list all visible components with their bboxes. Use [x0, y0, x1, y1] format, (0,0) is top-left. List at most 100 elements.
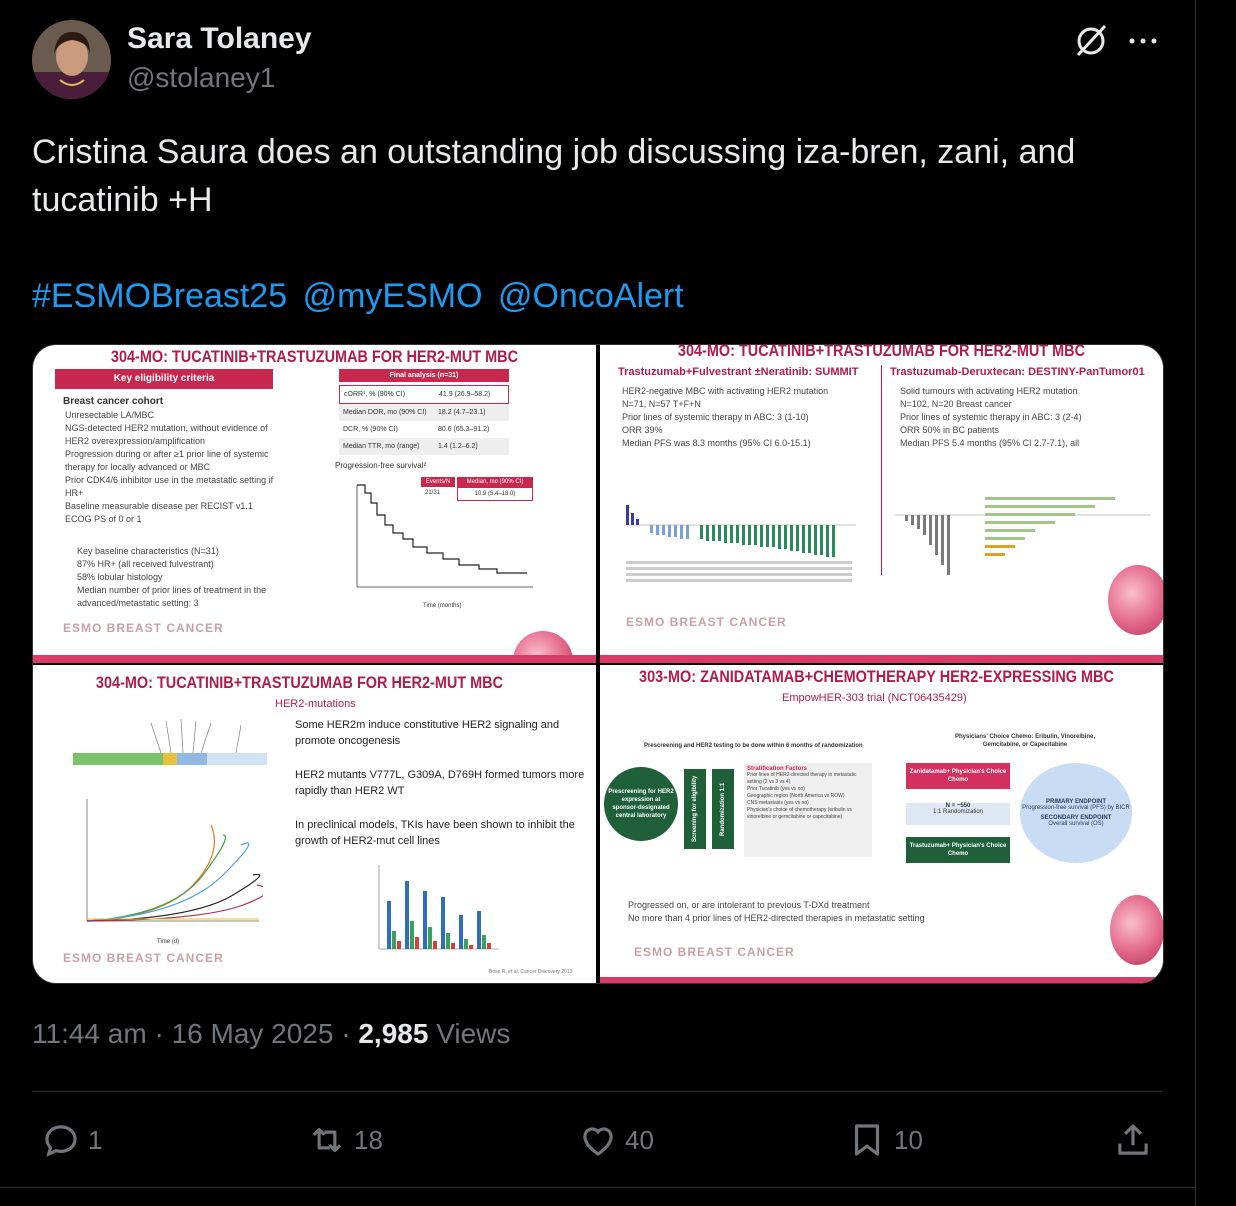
pfs-label: Progression-free survival²	[335, 461, 427, 470]
cell-growth-bar-chart	[378, 865, 499, 950]
km-curve-chart	[356, 484, 533, 588]
trial-name: EmpowHER-303 trial (NCT06435429)	[782, 692, 967, 704]
share-icon	[1118, 1124, 1148, 1155]
slide-title: 304-MO: TUCATINIB+TRASTUZUMAB FOR HER2-M…	[110, 347, 519, 366]
destiny-item: Median PFS 5.4 months (95% CI 2.7-7.1), …	[900, 438, 1080, 448]
mention-link[interactable]: @myESMO	[303, 277, 483, 315]
tweet-date[interactable]: 16 May 2025	[172, 1018, 334, 1049]
avatar[interactable]	[32, 20, 111, 99]
table-cell: 41.9 (26.9–58.2)	[439, 391, 491, 398]
tweet-bottom-border	[0, 1187, 1196, 1188]
column-divider	[881, 365, 882, 575]
meta-separator: ·	[341, 1018, 359, 1049]
repost-count: 18	[354, 1124, 383, 1155]
repost-icon	[312, 1127, 342, 1153]
slide-title: 304-MO: TUCATINIB+TRASTUZUMAB FOR HER2-M…	[95, 673, 504, 692]
baseline-block: Key baseline characteristics (N=31) 87% …	[77, 545, 277, 610]
views-label: Views	[436, 1018, 511, 1049]
primary-desc: Progression-free survival (PFS) by BICR	[1022, 805, 1130, 811]
table-cell: Median DOR, mo (90% CI)	[343, 409, 427, 416]
like-button[interactable]: 40	[577, 1118, 654, 1162]
summit-header: Trastuzumab+Fulvestrant ±Neratinib: SUMM…	[618, 366, 859, 378]
meta-separator: ·	[154, 1018, 172, 1049]
criteria-list: Unresectable LA/MBC NGS-detected HER2 mu…	[65, 409, 275, 526]
strat-item: CNS metastasis (yes vs no)	[747, 800, 809, 806]
slide-image-4[interactable]: 303-MO: ZANIDATAMAB+CHEMOTHERAPY HER2-EX…	[600, 665, 1163, 983]
table-cell: 80.6 (65.3–91.2)	[438, 426, 490, 433]
author-name[interactable]: Sara Tolaney	[127, 22, 312, 56]
views-count: 2,985	[358, 1018, 429, 1049]
grok-icon	[1076, 24, 1107, 57]
slide-image-1[interactable]: 304-MO: TUCATINIB+TRASTUZUMAB FOR HER2-M…	[33, 345, 596, 663]
inclusion-list: Progressed on, or are intolerant to prev…	[628, 899, 1048, 925]
screening-box: Screening for eligibility	[684, 769, 706, 849]
endpoints-circle: PRIMARY ENDPOINT Progression-free surviv…	[1020, 763, 1132, 863]
randomization-note: N = ~550 1:1 Randomization	[906, 803, 1010, 825]
slide-image-3[interactable]: 304-MO: TUCATINIB+TRASTUZUMAB FOR HER2-M…	[33, 665, 596, 983]
destiny-header: Trastuzumab-Deruxtecan: DESTINY-PanTumor…	[890, 366, 1145, 378]
table-cell: DCR, % (90% CI)	[343, 426, 398, 433]
reply-button[interactable]: 1	[40, 1118, 102, 1162]
mutations-item: Some HER2m induce constitutive HER2 sign…	[295, 719, 560, 747]
arm-trastuzumab: Trastuzumab+ Physician's Choice Chemo	[906, 837, 1010, 863]
slide-bottom-band	[33, 655, 596, 663]
author-handle[interactable]: @stolaney1	[127, 62, 275, 94]
table-header: Final analysis (n=31)	[339, 369, 509, 382]
share-button[interactable]	[1112, 1118, 1160, 1162]
more-icon	[1129, 38, 1157, 44]
summit-item: HER2-negative MBC with activating HER2 m…	[622, 386, 829, 396]
hashtag-link[interactable]: #ESMOBreast25	[32, 277, 287, 315]
criteria-item: Prior CDK4/6 inhibitor use in the metast…	[65, 475, 274, 498]
table-cell: cORR¹, % (90% CI)	[344, 391, 406, 398]
summit-item: Median PFS was 8.3 months (95% CI 6.0-15…	[622, 438, 811, 448]
slide-bottom-band	[600, 655, 1163, 663]
repost-button[interactable]: 18	[306, 1118, 383, 1162]
slide-title: 303-MO: ZANIDATAMAB+CHEMOTHERAPY HER2-EX…	[639, 667, 1114, 686]
tweet-text: Cristina Saura does an outstanding job d…	[32, 133, 1076, 219]
strat-item: Prior lines of HER2-directed therapy in …	[747, 772, 857, 785]
table-row: Median DOR, mo (90% CI) 18.2 (4.7–23.1)	[339, 404, 509, 421]
summit-item: Prior lines of systemic therapy in ABC: …	[622, 412, 809, 422]
destiny-item: N=102, N=20 Breast cancer	[900, 399, 1012, 409]
actions-divider	[32, 1091, 1162, 1092]
slide-image-2[interactable]: 304-MO: TUCATINIB+TRASTUZUMAB FOR HER2-M…	[600, 345, 1163, 663]
tweet-hashtags: #ESMOBreast25 @myESMO @OncoAlert	[32, 272, 690, 320]
grok-button[interactable]	[1070, 20, 1112, 62]
heart-icon	[583, 1127, 613, 1156]
criteria-header: Key eligibility criteria	[55, 369, 273, 389]
table-cell: Median TTR, mo (range)	[343, 443, 420, 450]
strat-item: Geographic region (North America vs ROW)	[747, 793, 845, 799]
citation: Bose R, et al. Cancer Discovery 2013	[489, 969, 573, 975]
randomization-box: Randomization 1:1	[712, 769, 734, 849]
slide-title: 304-MO: TUCATINIB+TRASTUZUMAB FOR HER2-M…	[677, 345, 1086, 360]
inclusion-item: Progressed on, or are intolerant to prev…	[628, 900, 870, 910]
bookmark-count: 10	[894, 1124, 923, 1155]
bookmark-button[interactable]: 10	[846, 1118, 923, 1162]
media-grid[interactable]: 304-MO: TUCATINIB+TRASTUZUMAB FOR HER2-M…	[32, 344, 1164, 984]
waterfall-plot-summit	[624, 505, 856, 582]
cohort-label: Breast cancer cohort	[63, 396, 164, 407]
esmo-logo: ESMO BREAST CANCER	[634, 945, 795, 959]
table-row: DCR, % (90% CI) 80.6 (65.3–91.2)	[339, 421, 509, 438]
flower-decoration	[1108, 565, 1163, 635]
bookmark-icon	[854, 1124, 880, 1156]
arm-zanidatamab: Zanidatamab+ Physician's Choice Chemo	[906, 763, 1010, 789]
tweet-time[interactable]: 11:44 am	[32, 1018, 147, 1049]
criteria-item: Progression during or after ≥1 prior lin…	[65, 449, 269, 472]
esmo-logo: ESMO BREAST CANCER	[63, 951, 224, 965]
destiny-item: Prior lines of systemic therapy in ABC: …	[900, 412, 1082, 422]
flower-decoration	[1110, 895, 1163, 965]
criteria-item: ECOG PS of 0 or 1	[65, 514, 142, 524]
rand-label: 1:1 Randomization	[932, 809, 984, 815]
x-axis-label: Time (months)	[423, 603, 462, 609]
slide-bottom-band	[600, 977, 1163, 983]
more-options-button[interactable]	[1124, 20, 1164, 62]
mention-link[interactable]: @OncoAlert	[498, 277, 684, 315]
baseline-item: 87% HR+ (all received fulvestrant)	[77, 559, 214, 569]
secondary-desc: Overall survival (OS)	[1048, 821, 1104, 827]
avatar-photo	[32, 20, 111, 99]
destiny-list: Solid tumours with activating HER2 mutat…	[900, 385, 1155, 450]
table-cell: 1.4 (1.2–6.2)	[438, 443, 478, 450]
column-divider	[1195, 0, 1196, 1206]
reply-icon	[45, 1125, 77, 1157]
